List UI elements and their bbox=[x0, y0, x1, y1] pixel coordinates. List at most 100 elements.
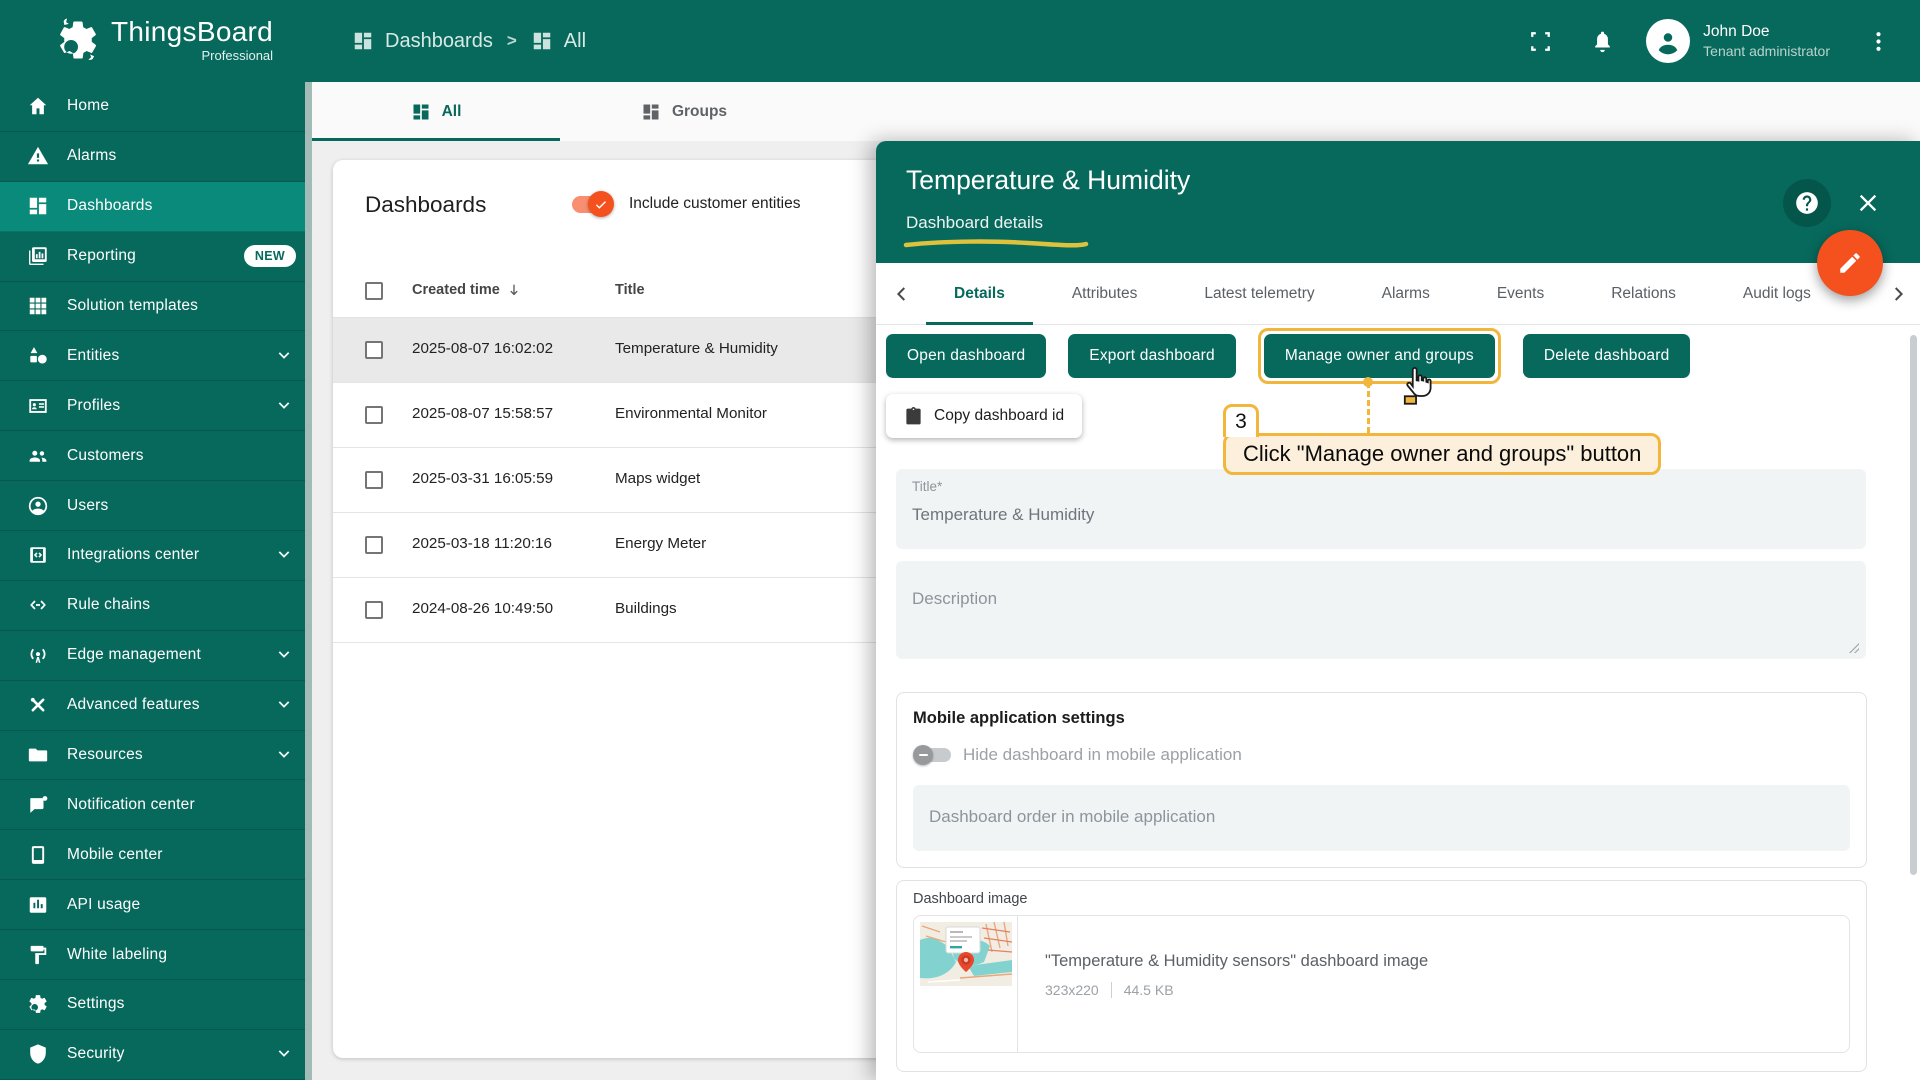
sidebar-item-rule-chains[interactable]: Rule chains bbox=[0, 581, 312, 631]
sidebar-item-entities[interactable]: Entities bbox=[0, 331, 312, 381]
antenna-icon bbox=[27, 644, 49, 666]
tab-label: Groups bbox=[672, 103, 727, 121]
sidebar-item-label: Mobile center bbox=[67, 846, 163, 864]
open-dashboard-button[interactable]: Open dashboard bbox=[886, 334, 1046, 378]
breadcrumb-all[interactable]: All bbox=[531, 30, 586, 53]
panel-scrollbar[interactable] bbox=[1910, 335, 1917, 875]
header-more-button[interactable] bbox=[1858, 21, 1898, 61]
row-checkbox[interactable] bbox=[365, 471, 383, 489]
sidebar-item-label: Reporting bbox=[67, 247, 136, 265]
dashboards-icon bbox=[352, 30, 374, 52]
sidebar-item-advanced-features[interactable]: Advanced features bbox=[0, 681, 312, 731]
hide-dashboard-toggle[interactable] bbox=[913, 743, 953, 767]
copy-button-label: Copy dashboard id bbox=[934, 407, 1064, 425]
panel-title: Temperature & Humidity bbox=[906, 165, 1190, 196]
column-title[interactable]: Title bbox=[615, 282, 645, 298]
copy-dashboard-id-button[interactable]: Copy dashboard id bbox=[886, 394, 1082, 438]
sidebar-item-label: Alarms bbox=[67, 147, 116, 165]
dashboard-image-label: Dashboard image bbox=[913, 891, 1027, 907]
sidebar-item-home[interactable]: Home bbox=[0, 82, 312, 132]
tab-all[interactable]: All bbox=[312, 82, 560, 141]
sidebar-scrollbar[interactable] bbox=[305, 82, 312, 1080]
cursor-icon bbox=[1400, 365, 1436, 405]
fullscreen-button[interactable] bbox=[1520, 21, 1560, 61]
sidebar-item-label: Profiles bbox=[67, 397, 120, 415]
top-header: ThingsBoard Professional Dashboards > Al… bbox=[0, 0, 1920, 82]
home-icon bbox=[27, 95, 49, 117]
title-field-value: Temperature & Humidity bbox=[912, 505, 1094, 525]
tab-details[interactable]: Details bbox=[954, 263, 1005, 325]
sidebar-item-api-usage[interactable]: API usage bbox=[0, 880, 312, 930]
sidebar-item-alarms[interactable]: Alarms bbox=[0, 132, 312, 182]
tab-audit-logs[interactable]: Audit logs bbox=[1743, 263, 1811, 325]
sidebar-item-profiles[interactable]: Profiles bbox=[0, 381, 312, 431]
breadcrumb-dashboards[interactable]: Dashboards bbox=[352, 30, 493, 53]
delete-dashboard-button[interactable]: Delete dashboard bbox=[1523, 334, 1691, 378]
fullscreen-icon bbox=[1528, 29, 1553, 54]
tab-groups[interactable]: Groups bbox=[560, 82, 808, 141]
tab-attributes[interactable]: Attributes bbox=[1072, 263, 1137, 325]
row-checkbox[interactable] bbox=[365, 536, 383, 554]
user-menu[interactable]: John Doe Tenant administrator bbox=[1703, 22, 1830, 61]
apps-icon bbox=[27, 295, 49, 317]
sidebar-item-label: API usage bbox=[67, 896, 140, 914]
sidebar-item-resources[interactable]: Resources bbox=[0, 731, 312, 781]
check-icon bbox=[593, 196, 609, 212]
sidebar-item-security[interactable]: Security bbox=[0, 1030, 312, 1080]
warning-icon bbox=[27, 145, 49, 167]
mobile-application-settings-section: Mobile application settings Hide dashboa… bbox=[896, 692, 1867, 868]
resize-handle-icon[interactable] bbox=[1848, 642, 1860, 654]
sidebar-item-users[interactable]: Users bbox=[0, 481, 312, 531]
sidebar-item-dashboards[interactable]: Dashboards bbox=[0, 182, 312, 232]
sidebar-item-settings[interactable]: Settings bbox=[0, 980, 312, 1030]
help-button[interactable] bbox=[1783, 179, 1831, 227]
folder-icon bbox=[27, 744, 49, 766]
tab-latest-telemetry[interactable]: Latest telemetry bbox=[1204, 263, 1314, 325]
chevron-down-icon bbox=[274, 396, 294, 416]
people-icon bbox=[27, 445, 49, 467]
chevron-down-icon bbox=[274, 645, 294, 665]
tab-events[interactable]: Events bbox=[1497, 263, 1544, 325]
user-icon bbox=[1653, 26, 1683, 56]
row-checkbox[interactable] bbox=[365, 406, 383, 424]
notifications-button[interactable] bbox=[1582, 21, 1622, 61]
close-panel-button[interactable] bbox=[1854, 189, 1882, 217]
manage-owner-and-groups-button[interactable]: Manage owner and groups bbox=[1264, 334, 1495, 378]
paint-icon bbox=[27, 944, 49, 966]
tab-relations[interactable]: Relations bbox=[1611, 263, 1676, 325]
tab-alarms[interactable]: Alarms bbox=[1382, 263, 1430, 325]
avatar[interactable] bbox=[1646, 19, 1690, 63]
sidebar-item-notification-center[interactable]: Notification center bbox=[0, 780, 312, 830]
column-created-time[interactable]: Created time bbox=[412, 282, 522, 298]
sidebar-item-customers[interactable]: Customers bbox=[0, 431, 312, 481]
app-logo[interactable]: ThingsBoard Professional bbox=[55, 17, 273, 63]
report-icon bbox=[27, 245, 49, 267]
tabs-scroll-right-button[interactable] bbox=[1886, 282, 1910, 306]
tab-label: Latest telemetry bbox=[1204, 285, 1314, 303]
include-customer-entities-toggle[interactable] bbox=[570, 191, 614, 217]
dashboard-image-row[interactable]: "Temperature & Humidity sensors" dashboa… bbox=[913, 915, 1850, 1053]
sidebar-item-white-labeling[interactable]: White labeling bbox=[0, 930, 312, 980]
cell-created-time: 2025-08-07 16:02:02 bbox=[412, 340, 553, 357]
edit-fab-button[interactable] bbox=[1817, 230, 1883, 296]
sidebar-item-integrations-center[interactable]: Integrations center bbox=[0, 531, 312, 581]
cell-title: Buildings bbox=[615, 600, 677, 617]
sidebar-item-solution-templates[interactable]: Solution templates bbox=[0, 282, 312, 332]
select-all-checkbox[interactable] bbox=[365, 282, 383, 300]
description-field[interactable]: Description bbox=[896, 561, 1866, 659]
export-dashboard-button[interactable]: Export dashboard bbox=[1068, 334, 1236, 378]
sidebar-item-mobile-center[interactable]: Mobile center bbox=[0, 830, 312, 880]
user-name: John Doe bbox=[1703, 22, 1830, 42]
title-field[interactable]: Title* Temperature & Humidity bbox=[896, 469, 1866, 549]
sidebar-item-reporting[interactable]: ReportingNEW bbox=[0, 232, 312, 282]
clipboard-icon bbox=[904, 407, 923, 426]
row-checkbox[interactable] bbox=[365, 601, 383, 619]
row-checkbox[interactable] bbox=[365, 341, 383, 359]
gear-icon bbox=[27, 993, 49, 1015]
tab-label: Alarms bbox=[1382, 285, 1430, 303]
dashboard-order-field[interactable]: Dashboard order in mobile application bbox=[913, 785, 1850, 851]
tabs-scroll-left-button[interactable] bbox=[890, 282, 914, 306]
sidebar-item-edge-management[interactable]: Edge management bbox=[0, 631, 312, 681]
dashboard-image-section: Dashboard image bbox=[896, 880, 1867, 1072]
breadcrumb: Dashboards > All bbox=[352, 0, 586, 82]
